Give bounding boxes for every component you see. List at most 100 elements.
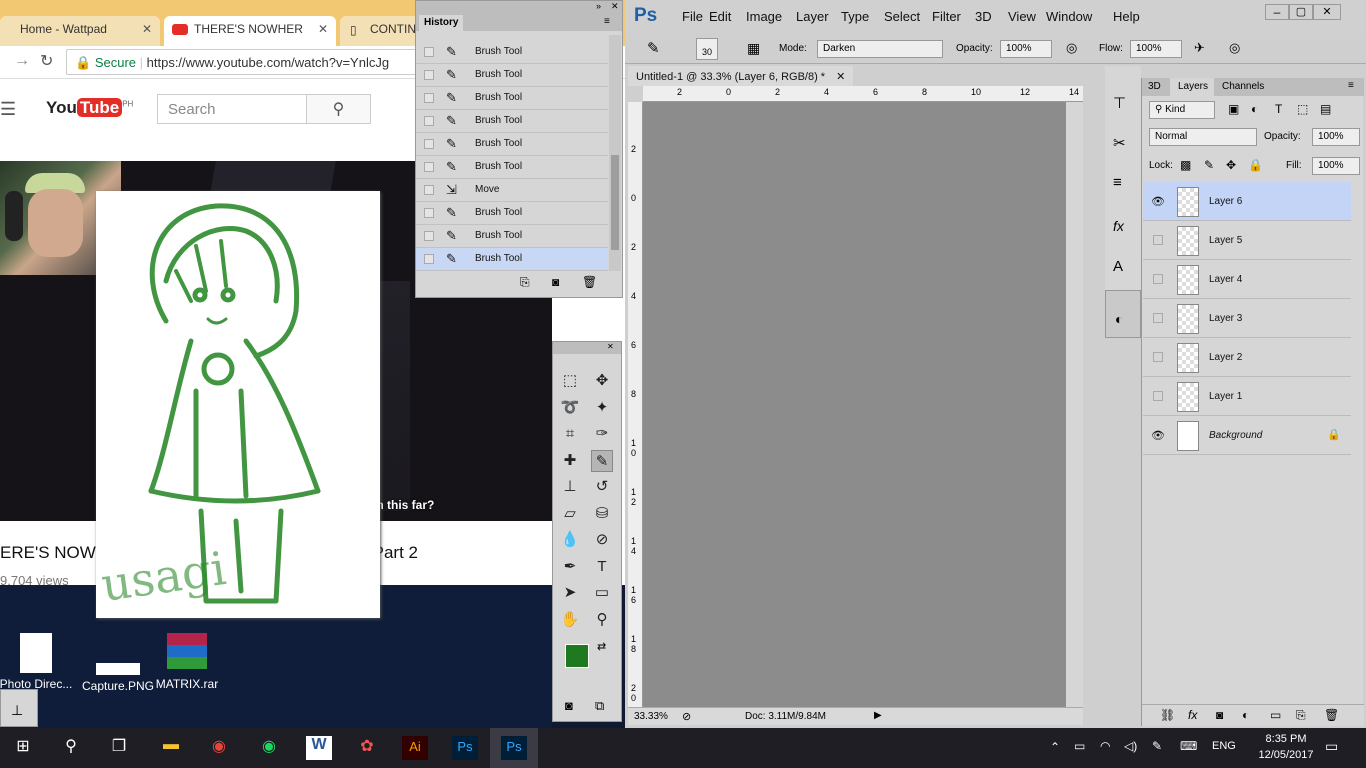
group-icon[interactable]: ▭	[1270, 708, 1281, 722]
menu-help[interactable]: Help	[1113, 9, 1140, 24]
history-item[interactable]: ✎ Brush Tool	[416, 202, 608, 225]
snapshot-checkbox[interactable]	[424, 208, 434, 218]
layer-row[interactable]: Layer 4	[1143, 260, 1351, 299]
layer-name[interactable]: Layer 1	[1209, 391, 1242, 402]
adjust-icon[interactable]: ≡	[1113, 174, 1122, 191]
tab-layers[interactable]: Layers	[1170, 78, 1214, 96]
snapshot-checkbox[interactable]	[424, 93, 434, 103]
clock-time[interactable]: 8:35 PM	[1251, 733, 1321, 745]
history-tab[interactable]: History	[419, 15, 463, 31]
snapshot-checkbox[interactable]	[424, 139, 434, 149]
menu-edit[interactable]: Edit	[709, 9, 731, 24]
search-input[interactable]: Search	[157, 94, 307, 124]
brush-panel-icon[interactable]: ▦	[747, 40, 760, 57]
snapshot-checkbox[interactable]	[424, 116, 434, 126]
share-icon[interactable]: ⊘	[682, 710, 691, 723]
photoshop-icon[interactable]: Ps	[452, 736, 478, 760]
history-item[interactable]: ✎ Brush Tool	[416, 64, 608, 87]
menu-image[interactable]: Image	[746, 9, 782, 24]
close-icon[interactable]: ✕	[836, 71, 845, 83]
history-item[interactable]: ✎ Brush Tool	[416, 248, 608, 271]
swap-colors-icon[interactable]: ⇄	[597, 640, 606, 653]
desktop-icon-capture[interactable]: Capture.PNG	[78, 633, 158, 693]
tab-youtube[interactable]: THERE'S NOWHER ✕	[164, 16, 336, 46]
opacity-field[interactable]: 100%	[1000, 40, 1052, 58]
mini-panel[interactable]: ⊥	[0, 689, 38, 727]
menu-type[interactable]: Type	[841, 9, 869, 24]
shape-filter-icon[interactable]: ⬚	[1297, 102, 1308, 116]
history-item[interactable]: ✎ Brush Tool	[416, 225, 608, 248]
magic-wand-icon[interactable]: ✦	[591, 397, 613, 419]
pressure-opacity-icon[interactable]: ◎	[1066, 40, 1077, 56]
delete-layer-icon[interactable]: 🗑	[1324, 708, 1339, 722]
visibility-toggle[interactable]	[1153, 313, 1163, 323]
move-tool-icon[interactable]: ✥	[591, 370, 613, 392]
eraser-tool-icon[interactable]: ▱	[559, 503, 581, 525]
pixel-filter-icon[interactable]: ▣	[1228, 102, 1239, 116]
marquee-tool-icon[interactable]: ⬚	[559, 370, 581, 392]
minimize-icon[interactable]: –	[1265, 4, 1289, 20]
lasso-tool-icon[interactable]: ➰	[559, 397, 581, 419]
layer-opacity-field[interactable]: 100%	[1312, 128, 1360, 146]
collapse-icon[interactable]: »	[596, 1, 601, 11]
history-scrollbar[interactable]	[609, 35, 621, 271]
desktop-icon-matrix[interactable]: MATRIX.rar	[147, 633, 227, 691]
paint-bucket-icon[interactable]: ⛁	[591, 503, 613, 525]
canvas-scrollbar[interactable]	[1066, 102, 1083, 707]
mode-select[interactable]: Darken	[817, 40, 943, 58]
type-filter-icon[interactable]: T	[1275, 102, 1282, 116]
forward-icon[interactable]: →	[14, 52, 30, 70]
close-icon[interactable]: ✕	[318, 22, 328, 36]
notifications-icon[interactable]: ▭	[1325, 738, 1338, 755]
link-icon[interactable]: ⛓	[1160, 708, 1175, 722]
chevron-up-icon[interactable]: ⌃	[1050, 740, 1060, 754]
blend-mode-select[interactable]: Normal	[1149, 128, 1257, 146]
tool-presets-icon[interactable]: ✂	[1113, 134, 1126, 152]
clone-stamp-icon[interactable]: ⊥	[559, 476, 581, 498]
quick-mask-icon[interactable]: ◙	[565, 698, 573, 713]
panel-menu-icon[interactable]: ≡	[604, 16, 610, 27]
tab-continue[interactable]: ▯ CONTINU	[340, 16, 420, 46]
layer-row[interactable]: Layer 3	[1143, 299, 1351, 338]
hand-tool-icon[interactable]: ✋	[559, 609, 581, 631]
new-layer-icon[interactable]: ⎘	[1296, 708, 1306, 723]
layer-name[interactable]: Layer 6	[1209, 196, 1242, 207]
layer-row[interactable]: 👁 Background 🔒	[1143, 416, 1351, 455]
app-icon[interactable]: ✿	[354, 736, 380, 760]
history-item[interactable]: ✎ Brush Tool	[416, 87, 608, 110]
close-icon[interactable]: ✕	[1313, 4, 1341, 20]
layer-name[interactable]: Layer 4	[1209, 274, 1242, 285]
rectangle-tool-icon[interactable]: ▭	[591, 582, 613, 604]
foreground-color[interactable]	[565, 644, 589, 668]
layer-row[interactable]: Layer 1	[1143, 377, 1351, 416]
layer-name[interactable]: Background	[1209, 430, 1262, 441]
task-view-icon[interactable]: ❐	[106, 736, 132, 760]
brush-size-picker[interactable]: 30	[696, 38, 718, 60]
adjustment-layer-icon[interactable]: ◐	[1242, 708, 1249, 722]
type-tool-icon[interactable]: T	[591, 556, 613, 578]
close-icon[interactable]: ✕	[142, 22, 152, 36]
visibility-toggle[interactable]	[1153, 391, 1163, 401]
menu-select[interactable]: Select	[884, 9, 920, 24]
snapshot-checkbox[interactable]	[424, 70, 434, 80]
visibility-toggle[interactable]	[1153, 274, 1163, 284]
pressure-size-icon[interactable]: ◎	[1229, 40, 1240, 56]
tab-channels[interactable]: Channels	[1222, 81, 1264, 92]
menu-3d[interactable]: 3D	[975, 9, 992, 24]
eye-icon[interactable]: 👁	[1151, 195, 1165, 208]
screen-mode-icon[interactable]: ⧉	[595, 698, 604, 714]
fx-icon[interactable]: fx	[1188, 708, 1197, 722]
status-arrow-icon[interactable]: ▶	[874, 710, 882, 721]
menu-window[interactable]: Window	[1046, 9, 1092, 24]
illustrator-icon[interactable]: Ai	[402, 736, 428, 760]
clock-date[interactable]: 12/05/2017	[1247, 749, 1325, 761]
document-tab[interactable]: Untitled-1 @ 33.3% (Layer 6, RGB/8) * ✕	[628, 66, 853, 86]
close-icon[interactable]: ✕	[611, 1, 619, 12]
layer-row[interactable]: 👁 Layer 6	[1143, 182, 1351, 221]
menu-icon[interactable]: ☰	[0, 99, 16, 120]
snapshot-checkbox[interactable]	[424, 162, 434, 172]
eyedropper-icon[interactable]: ✑	[591, 423, 613, 445]
lock-pixels-icon[interactable]: ✎	[1204, 158, 1214, 172]
desktop-icon-photo-director[interactable]: Photo Direc...	[0, 633, 76, 691]
zoom-tool-icon[interactable]: ⚲	[591, 609, 613, 631]
